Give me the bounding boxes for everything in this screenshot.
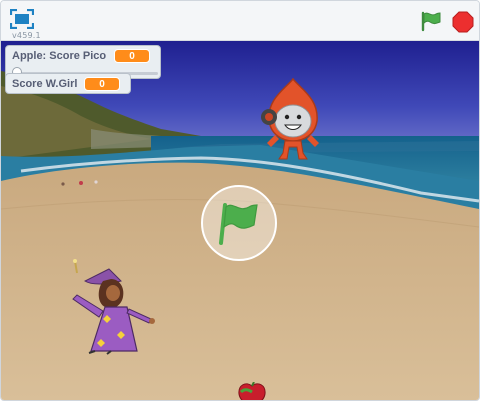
monitor-label: Score W.Girl	[12, 78, 78, 90]
wizard-girl-sprite[interactable]	[67, 259, 161, 355]
stop-sign-icon	[452, 11, 474, 33]
green-flag-overlay-button[interactable]	[201, 185, 277, 261]
version-label: v459.1	[12, 31, 41, 40]
pico-sprite[interactable]	[257, 77, 329, 163]
scratch-player: v459.1 Apple: Score Pico 0 Score W.Girl …	[0, 0, 480, 401]
monitor-value: 0	[114, 49, 150, 63]
apple-sprite[interactable]	[237, 382, 267, 400]
green-flag-icon	[219, 203, 258, 245]
fullscreen-button[interactable]	[9, 8, 35, 30]
player-controls-bar: v459.1	[1, 1, 479, 41]
stage[interactable]: Apple: Score Pico 0 Score W.Girl 0	[1, 41, 479, 400]
monitor-value: 0	[84, 77, 120, 91]
stop-button[interactable]	[452, 11, 474, 33]
green-flag-icon	[421, 11, 441, 32]
fullscreen-icon	[9, 8, 35, 30]
variable-monitor-score-wgirl: Score W.Girl 0	[5, 73, 131, 94]
green-flag-button[interactable]	[420, 10, 442, 32]
monitor-label: Apple: Score Pico	[12, 50, 107, 62]
